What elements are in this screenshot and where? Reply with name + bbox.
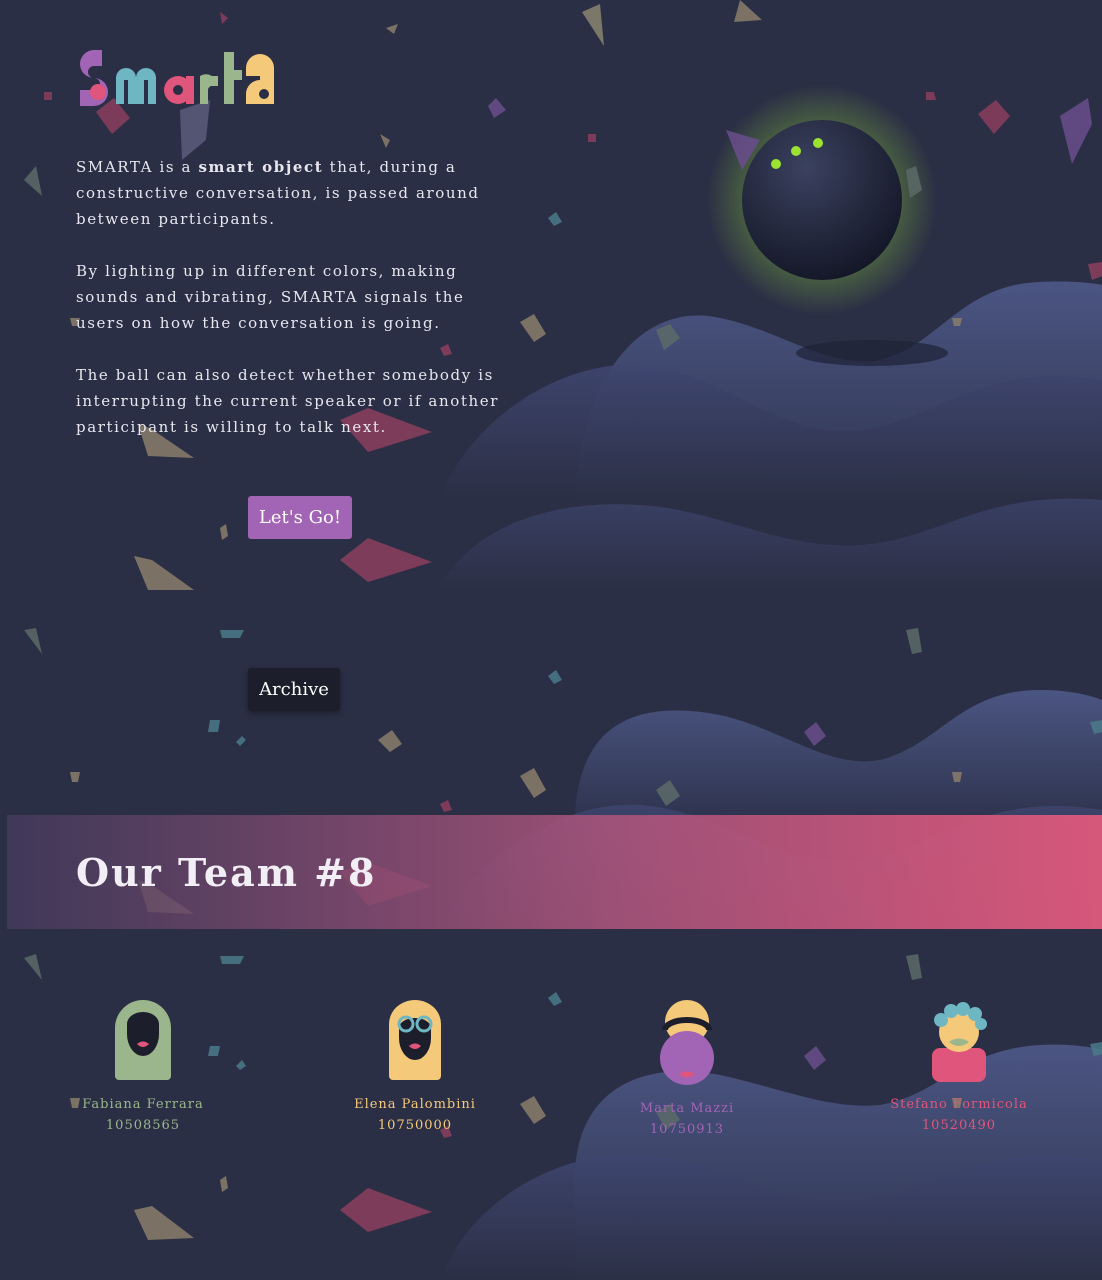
member-name: Fabiana Ferrara: [82, 1097, 204, 1112]
team-member-stefano: Stefano Formicola 10520490: [849, 1000, 1069, 1136]
member-id: 10750913: [649, 1122, 725, 1137]
avatar-fabiana-icon: [115, 1000, 171, 1080]
intro-paragraph-2: By lighting up in different colors, maki…: [76, 262, 465, 332]
member-id: 10750000: [377, 1118, 453, 1133]
intro-text: SMARTA is a smart object that, during a …: [76, 154, 516, 466]
intro-paragraph-3: The ball can also detect whether somebod…: [76, 366, 499, 436]
avatar-elena-icon: [389, 1000, 441, 1080]
member-name: Marta Mazzi: [639, 1101, 735, 1116]
intro-emphasis: smart object: [198, 158, 324, 176]
avatar-stefano-icon: [932, 1002, 987, 1082]
team-member-elena: Elena Palombini 10750000: [305, 1000, 525, 1136]
smarta-logo[interactable]: [76, 48, 296, 112]
team-member-marta: Marta Mazzi 10750913: [577, 1000, 797, 1140]
member-id: 10520490: [921, 1118, 997, 1133]
archive-button[interactable]: Archive: [248, 668, 340, 711]
logo-mark: [80, 50, 274, 106]
intro-paragraph-1: SMARTA is a smart object that, during a …: [76, 158, 480, 228]
team-title: Our Team #8: [76, 850, 377, 895]
member-name: Stefano Formicola: [890, 1097, 1028, 1112]
team-member-fabiana: Fabiana Ferrara 10508565: [33, 1000, 253, 1136]
avatar-marta-icon: [660, 1000, 714, 1085]
member-name: Elena Palombini: [354, 1097, 476, 1112]
lets-go-button[interactable]: Let's Go!: [248, 496, 352, 539]
member-id: 10508565: [105, 1118, 181, 1133]
